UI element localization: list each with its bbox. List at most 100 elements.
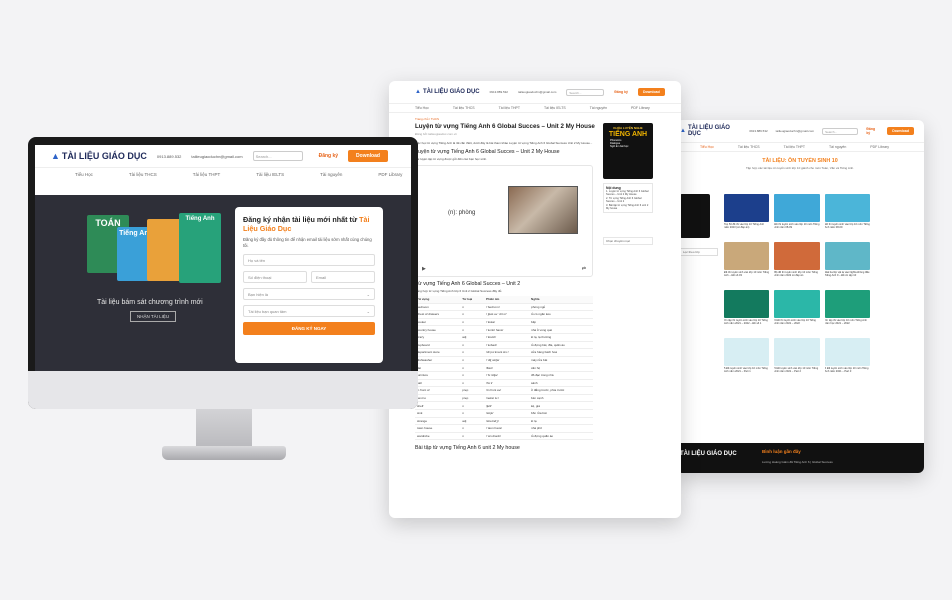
nav-item[interactable]: Tài liệu THPT	[499, 106, 520, 110]
document-title[interactable]: Top 50 đề thi vào lớp 10 Tiếng Anh năm 2…	[724, 223, 769, 237]
signup-form: Đăng ký nhận tài liệu mới nhất từ Tài Li…	[235, 207, 383, 363]
site-logo[interactable]: ▲ TÀI LIỆU GIÁO DỤC	[415, 89, 480, 95]
register-link[interactable]: Đăng ký	[614, 90, 628, 94]
toc-item[interactable]: 2. Từ vựng Tiếng Anh 6 Global Succes – U…	[606, 197, 650, 204]
search-input[interactable]: Search...	[566, 88, 605, 96]
register-link[interactable]: Đăng ký	[866, 127, 879, 135]
site-logo[interactable]: ▲ TÀI LIỆU GIÁO DỤC	[51, 151, 147, 161]
nav-item[interactable]: Tài nguyên	[590, 106, 607, 110]
table-of-contents: Nội dung 1. Luyện từ vựng Tiếng Anh 6 Gl…	[603, 183, 653, 214]
document-card[interactable]: 5 Đề tuyển sinh vào lớp 10 môn Tiếng Anh…	[724, 338, 770, 381]
document-title[interactable]: Ôn tập thi vào lớp 10 môn Tiếng Anh năm …	[825, 319, 870, 333]
shuffle-icon[interactable]: ⇄	[582, 266, 586, 272]
document-title[interactable]: 5 Đề tuyển sinh vào lớp 10 môn Tiếng Anh…	[774, 367, 819, 381]
table-row: sink n/sɪŋk/bồn rửa bát	[415, 409, 593, 418]
play-icon[interactable]: ▶	[422, 266, 426, 272]
footer-comment-link[interactable]: Lương Hoàng Giám đã Tiếng Anh 6 | Global…	[762, 460, 833, 464]
breadcrumb[interactable]: Trang chủ / THCS	[415, 117, 681, 121]
nav-item[interactable]: Tài liệu THCS	[453, 106, 475, 110]
table-cell: n	[460, 409, 484, 418]
nav-item[interactable]: Tài liệu THCS	[738, 145, 760, 149]
download-button[interactable]: Download	[348, 150, 388, 162]
table-row: hall n/hɔːl/sảnh	[415, 379, 593, 388]
document-title[interactable]: 5 Đề tuyển sinh vào lớp 10 môn Tiếng Anh…	[724, 367, 769, 381]
document-card[interactable]: Ôn tập thi tuyển sinh vào lớp 10 Tiếng A…	[724, 290, 770, 333]
table-cell: prep	[460, 386, 484, 395]
phone-text: 0913.889.532	[749, 129, 768, 133]
document-thumbnail[interactable]	[774, 338, 820, 366]
document-title[interactable]: Bộ đề thi tuyển sinh lớp 10 môn Tiếng An…	[774, 271, 819, 285]
document-title[interactable]: Ôn tập thi tuyển sinh vào lớp 10 Tiếng A…	[724, 319, 769, 333]
document-card[interactable]: Đề thi tuyển sinh vào lớp 10 môn Tiếng A…	[774, 194, 820, 237]
document-title[interactable]: 6 Đề thi tuyển sinh vào lớp 10 Tiếng Anh…	[774, 319, 819, 333]
name-field[interactable]: Họ và tên	[243, 254, 375, 266]
sidebar-ad-banner[interactable]	[680, 194, 710, 238]
nav-item[interactable]: Tiểu Học	[700, 145, 714, 149]
document-card[interactable]: Wal ba lớp vật lạ vào Nghĩa không đầu Ti…	[824, 242, 870, 285]
nav-item[interactable]: Tài liệu THPT	[193, 172, 220, 177]
table-header-row: Từ vựng Từ loại Phiên âm Nghĩa	[415, 296, 593, 304]
table-row: flat n/flæt/căn hộ	[415, 363, 593, 372]
download-button[interactable]: Download	[887, 127, 914, 135]
nav-item[interactable]: PDF Library	[378, 172, 402, 177]
document-thumbnail[interactable]	[824, 242, 870, 270]
table-cell: hall	[415, 379, 461, 388]
nav-item[interactable]: Tiểu Học	[75, 172, 93, 177]
register-link[interactable]: Đăng ký	[319, 153, 338, 159]
search-input[interactable]: Search...	[822, 127, 859, 135]
table-cell: dishwasher	[415, 356, 461, 365]
nav-item[interactable]: Tài nguyên	[320, 172, 342, 177]
document-title[interactable]: Đề thi tuyển sinh vào lớp 10 môn Tiếng A…	[825, 223, 870, 237]
document-thumbnail[interactable]	[724, 338, 770, 366]
document-thumbnail[interactable]	[724, 290, 770, 318]
site-logo[interactable]: ▲ TÀI LIỆU GIÁO DỤC	[680, 125, 741, 137]
document-card[interactable]: Đề thi tuyển sinh vào lớp 10 môn Tiếng A…	[724, 242, 770, 285]
class-filter-select[interactable]: Lọc theo lớp	[680, 248, 718, 256]
nav-item[interactable]: Tài nguyên	[829, 145, 846, 149]
document-thumbnail[interactable]	[824, 290, 870, 318]
search-input[interactable]: Search...	[252, 151, 303, 161]
role-select[interactable]: Bạn hiện là ⌄	[243, 288, 375, 300]
document-thumbnail[interactable]	[774, 290, 820, 318]
nav-item[interactable]: PDF Library	[631, 106, 650, 110]
nav-item[interactable]: Tiểu Học	[415, 106, 429, 110]
download-button[interactable]: Download	[638, 88, 665, 96]
nav-item[interactable]: PDF Library	[870, 145, 889, 149]
document-card[interactable]: 5 Đề tuyển sinh vào lớp 10 môn Tiếng Anh…	[774, 338, 820, 381]
table-cell: in front of	[415, 386, 461, 395]
nav-item[interactable]: Tài liệu THCS	[129, 172, 157, 177]
document-title[interactable]: Đề thi tuyển sinh vào lớp 10 môn Tiếng A…	[724, 271, 769, 285]
footer-recent-comments-title: Bình luận gần đây	[762, 449, 801, 454]
table-cell: n	[460, 401, 484, 410]
flashcard-player[interactable]: (n): phòng ▶ ⇄	[415, 165, 593, 277]
nav-item[interactable]: Tài liệu IELTS	[256, 172, 284, 177]
toc-item[interactable]: 1. Luyện từ vựng Tiếng Anh 6 Global Succ…	[606, 190, 650, 197]
email-field[interactable]: Email	[311, 271, 375, 283]
interest-select[interactable]: Tài liệu bạn quan tâm ⌄	[243, 305, 375, 317]
document-card[interactable]: Bộ đề thi tuyển sinh lớp 10 môn Tiếng An…	[774, 242, 820, 285]
document-card[interactable]: 5 Đề tuyển sinh vào lớp 10 môn Tiếng Anh…	[824, 338, 870, 381]
submit-button[interactable]: ĐĂNG KÝ NGAY	[243, 322, 375, 335]
get-documents-button[interactable]: NHẬN TÀI LIỆU	[130, 311, 177, 322]
nav-item[interactable]: Tài liệu IELTS	[544, 106, 566, 110]
document-card[interactable]: Đề thi tuyển sinh vào lớp 10 môn Tiếng A…	[824, 194, 870, 237]
document-card[interactable]: Top 50 đề thi vào lớp 10 Tiếng Anh năm 2…	[724, 194, 770, 237]
document-thumbnail[interactable]	[724, 242, 770, 270]
document-card[interactable]: Ôn tập thi vào lớp 10 môn Tiếng Anh năm …	[824, 290, 870, 333]
document-title[interactable]: Đề thi tuyển sinh vào lớp 10 môn Tiếng A…	[774, 223, 819, 237]
document-thumbnail[interactable]	[774, 194, 820, 222]
document-title[interactable]: 5 Đề tuyển sinh vào lớp 10 môn Tiếng Anh…	[825, 367, 870, 381]
nav-item[interactable]: Tài liệu THPT	[784, 145, 805, 149]
toc-item[interactable]: 3. Bài tập từ vựng Tiếng Anh 6 unit 2 My…	[606, 204, 650, 211]
flashcard-word: (n): phòng	[448, 210, 476, 216]
document-thumbnail[interactable]	[774, 242, 820, 270]
table-cell: department store	[415, 348, 461, 357]
document-card[interactable]: 6 Đề thi tuyển sinh vào lớp 10 Tiếng Anh…	[774, 290, 820, 333]
category-select[interactable]: Chọn chuyên mục	[603, 237, 653, 245]
course-ad-banner[interactable]: KHÓA LUYỆN NGHE TIẾNG ANH Phonetics Dial…	[603, 123, 653, 179]
document-thumbnail[interactable]	[724, 194, 770, 222]
document-thumbnail[interactable]	[824, 338, 870, 366]
document-thumbnail[interactable]	[824, 194, 870, 222]
phone-field[interactable]: Số điện thoại	[243, 271, 307, 283]
document-title[interactable]: Wal ba lớp vật lạ vào Nghĩa không đầu Ti…	[825, 271, 870, 285]
